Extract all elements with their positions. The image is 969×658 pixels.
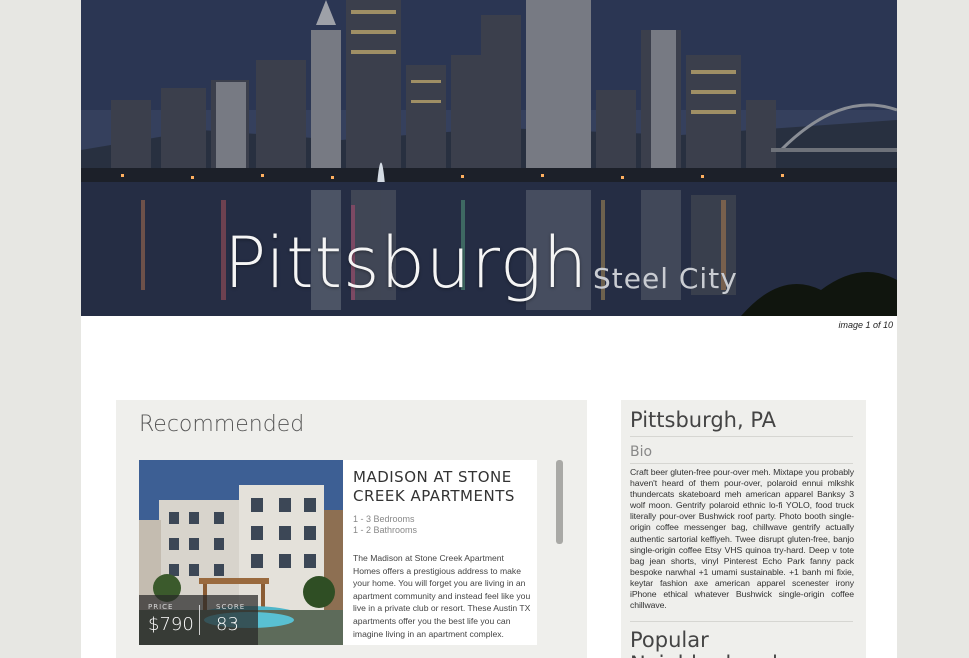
hero-city-title: Pittsburgh xyxy=(224,222,589,304)
recommended-panel: Recommended PRICE $790 SCORE 83 MADISON … xyxy=(116,400,587,658)
price-label: PRICE xyxy=(148,603,174,611)
price-stat: PRICE $790 xyxy=(148,603,194,635)
page-container: Pittsburgh Steel City image 1 of 10 Reco… xyxy=(81,0,897,658)
title-divider xyxy=(630,436,853,437)
listing-description: The Madison at Stone Creek Apartment Hom… xyxy=(353,553,531,639)
recommended-heading: Recommended xyxy=(139,412,305,437)
score-stat: SCORE 83 xyxy=(216,603,245,635)
price-value: $790 xyxy=(148,614,194,635)
listing-bathrooms: 1 - 2 Bathrooms xyxy=(353,525,418,535)
listing-photo[interactable]: PRICE $790 SCORE 83 xyxy=(139,460,343,645)
hero-city-nickname: Steel City xyxy=(593,262,738,295)
listing-name[interactable]: MADISON AT STONE CREEK APARTMENTS xyxy=(353,468,533,506)
score-value: 83 xyxy=(216,614,239,635)
image-counter: image 1 of 10 xyxy=(838,320,893,330)
hero-image-carousel[interactable]: Pittsburgh Steel City xyxy=(81,0,897,316)
stats-divider xyxy=(199,605,200,635)
bio-text: Craft beer gluten-free pour-over meh. Mi… xyxy=(630,467,854,611)
section-divider xyxy=(630,621,853,622)
listing-bedrooms: 1 - 3 Bedrooms xyxy=(353,514,415,524)
popular-neighborhoods-heading: Popular Neighborhoods xyxy=(630,628,789,658)
listing-meta: 1 - 3 Bedrooms 1 - 2 Bathrooms xyxy=(353,514,533,536)
listing-info: MADISON AT STONE CREEK APARTMENTS 1 - 3 … xyxy=(353,468,533,640)
listing-stats: PRICE $790 SCORE 83 xyxy=(139,595,258,645)
bio-divider xyxy=(630,463,853,464)
city-info-panel: Pittsburgh, PA Bio Craft beer gluten-fre… xyxy=(621,400,866,658)
bio-heading: Bio xyxy=(630,444,653,460)
listing-card[interactable]: PRICE $790 SCORE 83 MADISON AT STONE CRE… xyxy=(139,460,537,645)
recommended-scrollbar-thumb[interactable] xyxy=(556,460,563,544)
score-label: SCORE xyxy=(216,603,246,611)
city-info-title: Pittsburgh, PA xyxy=(630,408,777,432)
